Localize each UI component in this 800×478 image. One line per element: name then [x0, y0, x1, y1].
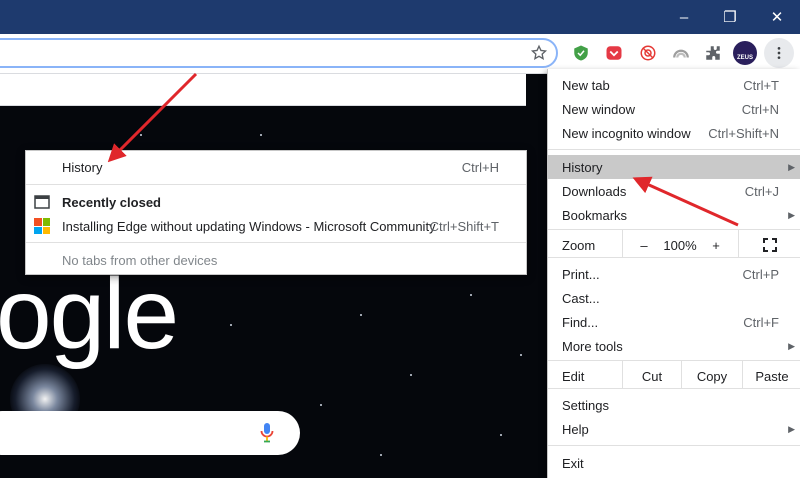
address-bar[interactable]	[0, 38, 558, 68]
adguard-shield-icon[interactable]	[570, 42, 592, 64]
restore-button[interactable]: ❐	[707, 0, 753, 34]
submenu-arrow-icon: ▶	[788, 161, 795, 172]
google-search-box[interactable]	[0, 411, 300, 455]
submenu-arrow-icon: ▶	[788, 340, 795, 351]
no-tabs-info: No tabs from other devices	[62, 252, 218, 268]
submenu-divider	[26, 242, 526, 243]
title-bar: – ❐ ✕	[0, 0, 800, 34]
menu-item-settings[interactable]: Settings	[548, 393, 800, 417]
copy-button[interactable]: Copy	[683, 364, 741, 388]
history-submenu: History Ctrl+H Recently closed Installin…	[25, 150, 527, 275]
minimize-button[interactable]: –	[661, 0, 707, 34]
menu-item-find[interactable]: Find... Ctrl+F	[548, 310, 800, 334]
menu-item-zoom: Zoom – 100% +	[548, 233, 800, 257]
recently-closed-header: Recently closed	[26, 190, 526, 214]
google-logo: ogle	[0, 258, 179, 370]
menu-divider	[548, 149, 800, 150]
chrome-main-menu: New tab Ctrl+T New window Ctrl+N New inc…	[547, 69, 800, 478]
bookmark-star-icon[interactable]	[528, 42, 550, 64]
menu-divider	[548, 445, 800, 446]
menu-item-downloads[interactable]: Downloads Ctrl+J	[548, 179, 800, 203]
menu-item-new-tab[interactable]: New tab Ctrl+T	[548, 73, 800, 97]
fullscreen-icon[interactable]	[758, 233, 782, 257]
zoom-level: 100%	[663, 237, 697, 253]
rainbow-extension-icon[interactable]	[670, 42, 692, 64]
submenu-history[interactable]: History Ctrl+H	[26, 155, 526, 179]
menu-item-print[interactable]: Print... Ctrl+P	[548, 262, 800, 286]
cut-button[interactable]: Cut	[624, 364, 680, 388]
menu-item-exit[interactable]: Exit	[548, 451, 800, 475]
menu-divider	[548, 388, 800, 389]
window-tab-icon	[34, 195, 50, 212]
blocked-extension-icon[interactable]	[637, 42, 659, 64]
extensions-puzzle-icon[interactable]	[702, 42, 724, 64]
submenu-arrow-icon: ▶	[788, 209, 795, 220]
profile-avatar[interactable]: ZEUS	[733, 41, 757, 65]
submenu-divider	[26, 184, 526, 185]
zoom-in-button[interactable]: +	[705, 233, 727, 257]
menu-divider	[548, 360, 800, 361]
recently-closed-item[interactable]: Installing Edge without updating Windows…	[26, 214, 526, 238]
close-button[interactable]: ✕	[754, 0, 800, 34]
voice-search-icon[interactable]	[260, 422, 274, 447]
menu-item-help[interactable]: Help ▶	[548, 417, 800, 441]
menu-item-history[interactable]: History ▶	[548, 155, 800, 179]
menu-kebab-icon[interactable]	[764, 38, 794, 68]
menu-item-cast[interactable]: Cast...	[548, 286, 800, 310]
menu-item-edit: Edit Cut Copy Paste	[548, 364, 800, 388]
menu-item-new-incognito[interactable]: New incognito window Ctrl+Shift+N	[548, 121, 800, 145]
menu-divider	[548, 229, 800, 230]
menu-item-bookmarks[interactable]: Bookmarks ▶	[548, 203, 800, 227]
paste-button[interactable]: Paste	[744, 364, 800, 388]
menu-item-new-window[interactable]: New window Ctrl+N	[548, 97, 800, 121]
menu-divider	[548, 257, 800, 258]
microsoft-logo-icon	[34, 218, 50, 234]
menu-item-more-tools[interactable]: More tools ▶	[548, 334, 800, 358]
page-top-bar	[0, 74, 526, 106]
zoom-out-button[interactable]: –	[633, 233, 655, 257]
submenu-arrow-icon: ▶	[788, 423, 795, 434]
browser-toolbar: ZEUS	[0, 34, 800, 74]
pocket-icon[interactable]	[603, 42, 625, 64]
